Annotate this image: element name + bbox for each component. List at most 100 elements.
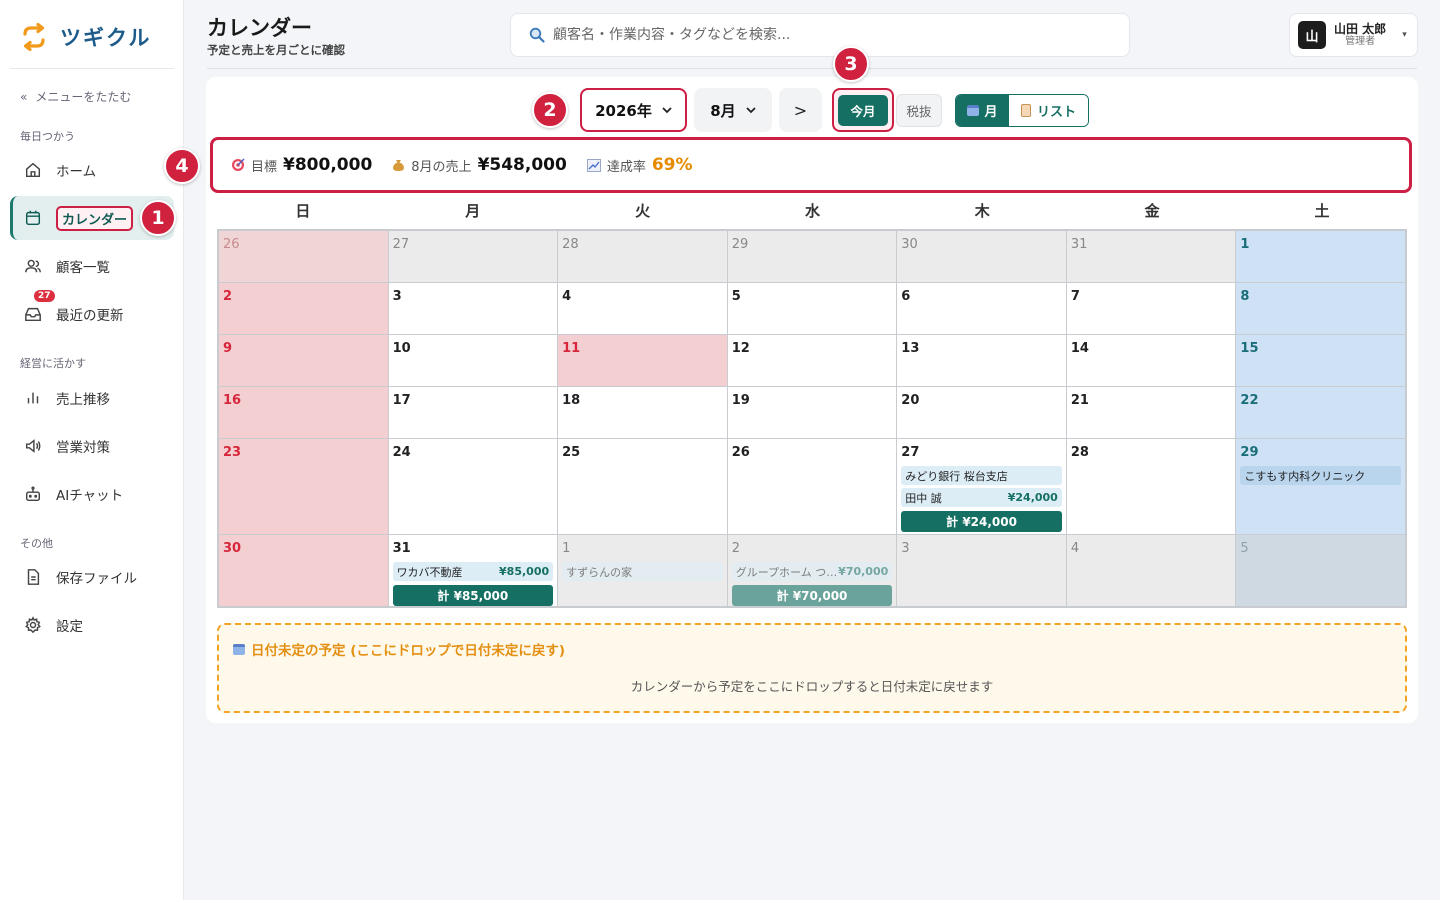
calendar-event[interactable]: グループホーム つ… ¥70,000 [731, 562, 893, 581]
calendar-day-cell[interactable]: 9 [219, 335, 388, 386]
weekday-fri: 金 [1144, 202, 1160, 220]
calendar-day-cell[interactable]: 19 [727, 387, 897, 438]
gear-icon [25, 616, 41, 634]
calendar-day-cell[interactable]: 30 [219, 535, 388, 606]
calendar-day-cell[interactable]: 1 [1236, 231, 1405, 282]
day-number: 26 [223, 237, 240, 252]
chevron-down-icon [746, 106, 756, 113]
undated-dropzone[interactable]: 日付未定の予定 (ここにドロップで日付未定に戻す) カレンダーから予定をここにド… [217, 623, 1407, 713]
user-menu[interactable]: 山 山田 太郎 管理者 ▾ [1289, 13, 1418, 57]
double-chevron-left-icon: « [20, 89, 28, 104]
calendar-day-cell[interactable]: 26 [727, 439, 897, 534]
annotation-marker-1: 1 [140, 200, 176, 236]
app-logo[interactable]: ツギクル [20, 22, 151, 52]
day-number: 13 [901, 341, 920, 356]
chevron-down-icon: ▾ [1402, 30, 1407, 40]
calendar-day-cell[interactable]: 31 [1066, 231, 1236, 282]
page-title: カレンダー [207, 16, 312, 40]
calendar-day-cell[interactable]: 22 [1236, 387, 1405, 438]
sidebar-item-label: 最近の更新 [56, 308, 124, 324]
calendar-day-cell[interactable]: 7 [1066, 283, 1236, 334]
app-name: ツギクル [60, 26, 152, 50]
logo-icon [23, 23, 45, 51]
calendar-event[interactable]: すずらんの家 [562, 562, 723, 581]
calendar-day-cell[interactable]: 4 [1066, 535, 1236, 606]
calendar-day-cell[interactable]: 16 [219, 387, 388, 438]
collapse-menu-button[interactable]: « メニューをたたむ [20, 88, 131, 105]
year-select[interactable]: 2026年 [580, 88, 687, 132]
calendar-day-cell[interactable]: 28 [558, 231, 727, 282]
calendar-day-cell[interactable]: 3 [388, 283, 558, 334]
sidebar-item-label: ホーム [56, 164, 97, 180]
day-number: 4 [562, 289, 572, 304]
calendar-day-cell[interactable]: 25 [558, 439, 727, 534]
day-number: 8 [1240, 289, 1250, 304]
calendar-day-cell[interactable]: 5 [727, 283, 897, 334]
calendar-event[interactable]: ワカバ不動産 ¥85,000 [392, 562, 554, 581]
sidebar-item-saved-files[interactable]: 保存ファイル [10, 557, 174, 597]
calendar-day-cell[interactable]: 21 [1066, 387, 1236, 438]
year-value: 2026年 [595, 101, 652, 120]
event-name: こすもす内科クリニック [1244, 469, 1366, 483]
section-label-business: 経営に活かす [20, 357, 86, 370]
calendar-day-cell[interactable]: 12 [727, 335, 897, 386]
calendar-day-cell[interactable]: 20 [897, 387, 1066, 438]
sidebar-item-customers[interactable]: 顧客一覧 [10, 246, 174, 286]
calendar-day-cell[interactable]: 3 [897, 535, 1066, 606]
calendar-day-cell[interactable]: 6 [897, 283, 1066, 334]
calendar-day-cell[interactable]: 26 [219, 231, 388, 282]
month-select[interactable]: 8月 [694, 88, 772, 132]
sidebar-item-ai-chat[interactable]: AIチャット [10, 474, 174, 514]
calendar-day-cell[interactable]: 10 [388, 335, 558, 386]
next-month-button[interactable]: > [779, 88, 822, 132]
calendar-day-cell[interactable]: 27 [388, 231, 558, 282]
calendar-day-cell[interactable]: 29 こすもす内科クリニック [1236, 439, 1405, 534]
day-number: 1 [562, 541, 571, 556]
calendar-day-cell[interactable]: 24 [388, 439, 558, 534]
view-toggle: 月 リスト [955, 94, 1089, 127]
calendar-day-cell[interactable]: 18 [558, 387, 727, 438]
calendar-day-cell[interactable]: 1 すずらんの家 [558, 535, 727, 606]
calendar-day-cell[interactable]: 31 ワカバ不動産 ¥85,000 計 ¥85,000 [388, 535, 558, 606]
home-icon [25, 162, 41, 178]
calendar-day-cell[interactable]: 2 グループホーム つ… ¥70,000 計 ¥70,000 [727, 535, 897, 606]
day-number: 10 [392, 341, 411, 356]
calendar-event[interactable]: 田中 誠 ¥24,000 [901, 488, 1062, 507]
sidebar-item-sales-trend[interactable]: 売上推移 [10, 378, 174, 418]
calendar-day-cell[interactable]: 13 [897, 335, 1066, 386]
day-number: 16 [223, 393, 242, 408]
calendar-day-cell[interactable]: 29 [727, 231, 897, 282]
month-view-button[interactable]: 月 [956, 95, 1009, 126]
day-number: 27 [392, 237, 410, 252]
calendar-day-cell[interactable]: 17 [388, 387, 558, 438]
sidebar-item-home[interactable]: ホーム [10, 150, 174, 190]
weekday-tue: 火 [635, 202, 651, 220]
this-month-button[interactable]: 今月 [838, 95, 888, 126]
day-number: 12 [731, 341, 750, 356]
goal-value: ¥800,000 [283, 155, 373, 175]
calendar-day-cell[interactable]: 11 [558, 335, 727, 386]
calendar-day-cell[interactable]: 8 [1236, 283, 1405, 334]
tax-excluded-toggle[interactable]: 税抜 [896, 94, 942, 127]
file-icon [27, 569, 40, 585]
calendar-day-cell[interactable]: 23 [219, 439, 388, 534]
calendar-day-cell[interactable]: 2 [219, 283, 388, 334]
calendar-day-cell[interactable]: 30 [897, 231, 1066, 282]
sidebar-item-settings[interactable]: 設定 [10, 605, 174, 645]
list-view-button[interactable]: リスト [1009, 95, 1088, 126]
search-input[interactable] [553, 27, 1093, 43]
achievement-rate: 69% [651, 155, 693, 175]
search-box[interactable] [510, 13, 1130, 57]
calendar-event[interactable]: こすもす内科クリニック [1240, 466, 1401, 485]
sidebar-item-recent-updates[interactable]: 27 最近の更新 [10, 290, 174, 334]
sidebar-item-sales-strategy[interactable]: 営業対策 [10, 426, 174, 466]
calendar-day-cell[interactable]: 15 [1236, 335, 1405, 386]
event-amount: ¥70,000 [838, 565, 889, 578]
event-name: グループホーム つ… [735, 565, 838, 579]
calendar-event[interactable]: みどり銀行 桜台支店 [901, 466, 1062, 485]
calendar-day-cell[interactable]: 5 [1236, 535, 1405, 606]
calendar-day-cell[interactable]: 14 [1066, 335, 1236, 386]
calendar-day-cell[interactable]: 4 [558, 283, 727, 334]
calendar-day-cell[interactable]: 27 みどり銀行 桜台支店 田中 誠 ¥24,000 計 ¥24,000 [897, 439, 1066, 534]
calendar-day-cell[interactable]: 28 [1066, 439, 1236, 534]
